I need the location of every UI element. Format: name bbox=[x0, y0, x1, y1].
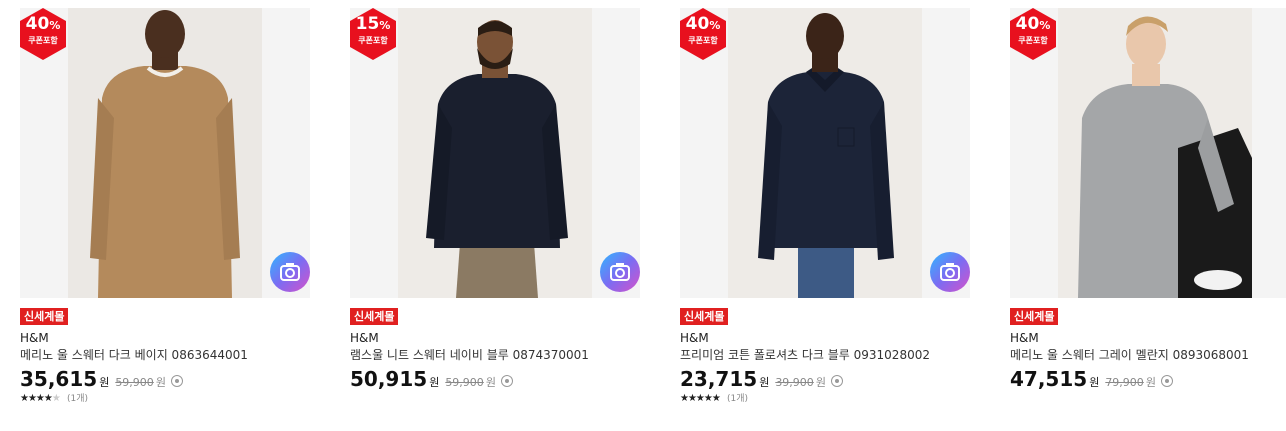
discount-unit: % bbox=[1039, 19, 1051, 32]
product-photo bbox=[68, 8, 262, 298]
discount-unit: % bbox=[49, 19, 61, 32]
product-brand[interactable]: H&M bbox=[1010, 331, 1286, 345]
discount-label: 쿠폰포함 bbox=[28, 36, 58, 45]
product-photo bbox=[728, 8, 922, 298]
camera-search-button[interactable] bbox=[270, 252, 310, 292]
product-card[interactable]: 15% 쿠폰포함 신세계몰 H&M 램스울 니트 스웨터 네이비 블루 0874… bbox=[350, 8, 640, 391]
product-photo bbox=[398, 8, 592, 298]
product-brand[interactable]: H&M bbox=[680, 331, 970, 345]
original-price: 79,900 bbox=[1105, 376, 1144, 389]
rating: ★★★★★ (1개) bbox=[20, 393, 310, 405]
product-image[interactable]: 40% 쿠폰포함 bbox=[680, 8, 970, 298]
original-currency: 원 bbox=[485, 376, 496, 389]
star-rating-icon: ★★★★★ bbox=[680, 393, 721, 404]
product-image[interactable]: 15% 쿠폰포함 bbox=[350, 8, 640, 298]
product-card[interactable]: 40% 쿠폰포함 신세계몰 H&M 프리미엄 코튼 폴로셔츠 다크 블루 093… bbox=[680, 8, 970, 405]
price-row: 23,715 원 39,900 원 bbox=[680, 367, 970, 391]
camera-icon bbox=[280, 263, 300, 281]
discount-unit: % bbox=[709, 19, 721, 32]
discount-percent: 15 bbox=[355, 14, 380, 34]
rating: ★★★★★ (1개) bbox=[680, 393, 970, 405]
discount-badge: 40% 쿠폰포함 bbox=[1010, 8, 1056, 60]
product-name[interactable]: 메리노 울 스웨터 다크 베이지 0863644001 bbox=[20, 347, 310, 363]
price-info-icon[interactable] bbox=[500, 375, 513, 387]
original-price: 39,900 bbox=[775, 376, 814, 389]
sale-price: 47,515 bbox=[1010, 367, 1088, 391]
camera-icon bbox=[610, 263, 630, 281]
camera-search-button[interactable] bbox=[600, 252, 640, 292]
price-row: 47,515 원 79,900 원 bbox=[1010, 367, 1286, 391]
price-info-icon[interactable] bbox=[1160, 375, 1173, 387]
sale-price: 35,615 bbox=[20, 367, 98, 391]
product-name[interactable]: 메리노 울 스웨터 그레이 멜란지 0893068001 bbox=[1010, 347, 1286, 363]
discount-percent: 40 bbox=[25, 14, 50, 34]
discount-label: 쿠폰포함 bbox=[358, 36, 388, 45]
discount-percent: 40 bbox=[1015, 14, 1040, 34]
original-price: 59,900 bbox=[445, 376, 484, 389]
discount-percent: 40 bbox=[685, 14, 710, 34]
discount-badge: 40% 쿠폰포함 bbox=[680, 8, 726, 60]
stars-filled: ★★★★ bbox=[20, 393, 53, 404]
discount-label: 쿠폰포함 bbox=[1018, 36, 1048, 45]
price-currency: 원 bbox=[99, 376, 110, 389]
mall-badge: 신세계몰 bbox=[680, 308, 729, 325]
price-currency: 원 bbox=[759, 376, 770, 389]
discount-unit: % bbox=[379, 19, 391, 32]
price-info-icon[interactable] bbox=[830, 375, 843, 387]
stars-empty: ★ bbox=[51, 393, 61, 404]
product-image[interactable]: 40% 쿠폰포함 bbox=[1010, 8, 1286, 298]
original-price: 59,900 bbox=[115, 376, 154, 389]
sale-price: 50,915 bbox=[350, 367, 428, 391]
original-currency: 원 bbox=[815, 376, 826, 389]
sale-price: 23,715 bbox=[680, 367, 758, 391]
price-currency: 원 bbox=[1089, 376, 1100, 389]
camera-icon bbox=[940, 263, 960, 281]
camera-search-button[interactable] bbox=[930, 252, 970, 292]
star-rating-icon: ★★★★★ bbox=[20, 393, 61, 404]
review-count[interactable]: (1개) bbox=[727, 394, 748, 404]
product-brand[interactable]: H&M bbox=[20, 331, 310, 345]
product-photo bbox=[1058, 8, 1252, 298]
product-brand[interactable]: H&M bbox=[350, 331, 640, 345]
original-currency: 원 bbox=[1145, 376, 1156, 389]
mall-badge: 신세계몰 bbox=[20, 308, 69, 325]
mall-badge: 신세계몰 bbox=[1010, 308, 1059, 325]
discount-label: 쿠폰포함 bbox=[688, 36, 718, 45]
discount-badge: 15% 쿠폰포함 bbox=[350, 8, 396, 60]
product-name[interactable]: 램스울 니트 스웨터 네이비 블루 0874370001 bbox=[350, 347, 640, 363]
price-row: 35,615 원 59,900 원 bbox=[20, 367, 310, 391]
product-card[interactable]: 40% 쿠폰포함 신세계몰 H&M 메리노 울 스웨터 그레이 멜란지 0893… bbox=[1010, 8, 1286, 391]
review-count[interactable]: (1개) bbox=[67, 394, 88, 404]
original-currency: 원 bbox=[155, 376, 166, 389]
price-currency: 원 bbox=[429, 376, 440, 389]
discount-badge: 40% 쿠폰포함 bbox=[20, 8, 66, 60]
product-name[interactable]: 프리미엄 코튼 폴로셔츠 다크 블루 0931028002 bbox=[680, 347, 970, 363]
mall-badge: 신세계몰 bbox=[350, 308, 399, 325]
price-info-icon[interactable] bbox=[170, 375, 183, 387]
product-card[interactable]: 40% 쿠폰포함 신세계몰 H&M 메리노 울 스웨터 다크 베이지 08636… bbox=[20, 8, 310, 405]
product-image[interactable]: 40% 쿠폰포함 bbox=[20, 8, 310, 298]
price-row: 50,915 원 59,900 원 bbox=[350, 367, 640, 391]
